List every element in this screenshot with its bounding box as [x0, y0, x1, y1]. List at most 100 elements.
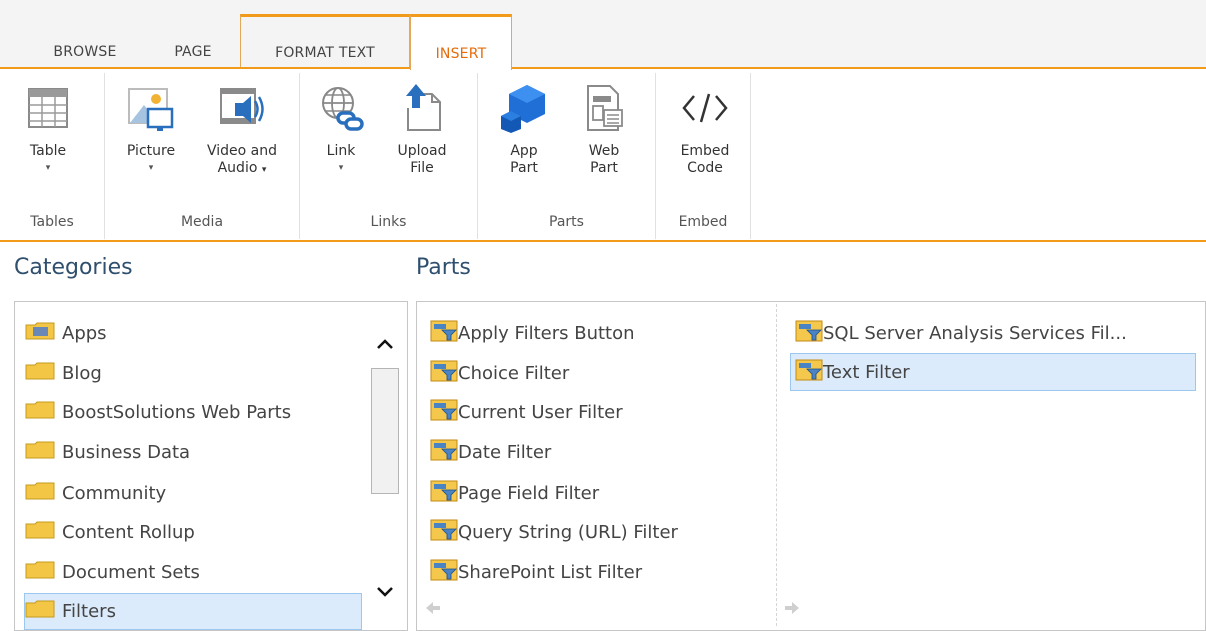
tab-format-text[interactable]: FORMAT TEXT	[240, 14, 410, 68]
app-part-label-2: Part	[510, 160, 538, 176]
filter-web-part-icon	[430, 480, 458, 507]
web-part-button[interactable]: Web Part	[574, 73, 634, 177]
categories-heading: Categories	[14, 255, 133, 280]
upload-label-2: File	[410, 160, 434, 176]
tab-insert[interactable]: INSERT	[410, 14, 512, 70]
filter-web-part-icon	[795, 359, 823, 386]
folder-icon	[25, 600, 55, 623]
upload-label-1: Upload	[397, 143, 447, 159]
previous-page-arrow-icon[interactable]	[424, 600, 442, 621]
video-audio-icon	[192, 73, 292, 143]
part-label: SharePoint List Filter	[458, 561, 643, 583]
embed-label-2: Code	[687, 160, 723, 176]
app-part-label-1: App	[510, 143, 538, 159]
group-label-tables: Tables	[30, 214, 74, 230]
next-page-arrow-icon[interactable]	[783, 600, 801, 621]
folder-icon	[25, 561, 55, 584]
category-item-filters[interactable]: Filters	[24, 593, 362, 630]
category-item-community[interactable]: Community	[25, 477, 361, 509]
table-label: Table	[29, 143, 67, 159]
filter-web-part-icon	[430, 320, 458, 347]
part-label: Current User Filter	[458, 401, 623, 423]
part-label: Query String (URL) Filter	[458, 521, 678, 543]
tab-page[interactable]: PAGE	[148, 36, 238, 68]
group-label-media: Media	[180, 214, 224, 230]
picture-icon	[116, 73, 186, 143]
category-label: Business Data	[62, 441, 191, 463]
web-part-label-2: Part	[590, 160, 618, 176]
part-item-sql-server-analysis-services-filter[interactable]: SQL Server Analysis Services Fil...	[795, 317, 1197, 349]
category-label: Blog	[62, 362, 102, 384]
link-dropdown-icon: ▾	[338, 163, 344, 173]
video-dropdown-icon: ▾	[261, 165, 267, 175]
part-item-page-field-filter[interactable]: Page Field Filter	[430, 477, 770, 509]
ribbon: Table ▾ Tables Picture ▾ Video and Audio…	[0, 69, 1206, 241]
part-label: Text Filter	[823, 361, 910, 383]
picture-button[interactable]: Picture ▾	[116, 73, 186, 174]
ribbon-bottom-border	[0, 240, 1206, 242]
table-icon	[18, 73, 78, 143]
folder-icon	[25, 362, 55, 385]
picture-label: Picture	[126, 143, 176, 159]
group-label-links: Links	[370, 214, 407, 230]
parts-heading: Parts	[416, 255, 471, 280]
folder-icon	[25, 322, 55, 345]
category-item-apps[interactable]: Apps	[25, 317, 361, 349]
video-and-audio-label-2: Audio	[217, 160, 258, 176]
group-label-parts: Parts	[549, 214, 584, 230]
upload-file-button[interactable]: Upload File	[392, 73, 452, 177]
part-item-apply-filters-button[interactable]: Apply Filters Button	[430, 317, 770, 349]
picture-dropdown-icon: ▾	[148, 163, 154, 173]
category-label: Document Sets	[62, 561, 200, 583]
part-label: Date Filter	[458, 441, 552, 463]
embed-code-icon	[670, 73, 740, 143]
part-label: Choice Filter	[458, 362, 570, 384]
parts-column-divider	[776, 304, 777, 626]
category-label: BoostSolutions Web Parts	[62, 401, 292, 423]
table-dropdown-icon: ▾	[45, 163, 51, 173]
category-item-blog[interactable]: Blog	[25, 357, 361, 389]
part-label: SQL Server Analysis Services Fil...	[823, 322, 1127, 344]
link-button[interactable]: Link ▾	[316, 73, 366, 174]
tab-browse[interactable]: BROWSE	[30, 36, 140, 68]
part-item-date-filter[interactable]: Date Filter	[430, 436, 770, 468]
filter-web-part-icon	[430, 399, 458, 426]
folder-icon	[25, 482, 55, 505]
link-label: Link	[326, 143, 356, 159]
category-item-content-rollup[interactable]: Content Rollup	[25, 516, 361, 548]
upload-icon	[392, 73, 452, 143]
categories-scrollbar[interactable]	[368, 310, 402, 625]
category-item-business-data[interactable]: Business Data	[25, 436, 361, 468]
video-and-audio-label-1: Video and	[206, 143, 277, 159]
filter-web-part-icon	[430, 439, 458, 466]
group-label-embed: Embed	[678, 214, 728, 230]
app-part-icon	[494, 73, 554, 143]
group-separator	[750, 73, 751, 239]
web-part-label-1: Web	[588, 143, 620, 159]
app-part-button[interactable]: App Part	[494, 73, 554, 177]
part-item-current-user-filter[interactable]: Current User Filter	[430, 396, 770, 428]
embed-label-1: Embed	[680, 143, 730, 159]
chevron-up-icon[interactable]	[368, 332, 402, 356]
chevron-down-icon[interactable]	[368, 580, 402, 604]
part-item-sharepoint-list-filter[interactable]: SharePoint List Filter	[430, 556, 770, 588]
scrollbar-thumb[interactable]	[371, 368, 399, 494]
part-item-text-filter[interactable]: Text Filter	[790, 353, 1196, 391]
category-item-boostsolutions[interactable]: BoostSolutions Web Parts	[25, 396, 361, 428]
table-button[interactable]: Table ▾	[18, 73, 78, 174]
folder-icon	[25, 521, 55, 544]
folder-icon	[25, 401, 55, 424]
category-label: Content Rollup	[62, 521, 195, 543]
filter-web-part-icon	[795, 320, 823, 347]
embed-code-button[interactable]: Embed Code	[670, 73, 740, 177]
part-label: Page Field Filter	[458, 482, 600, 504]
video-and-audio-button[interactable]: Video and Audio ▾	[192, 73, 292, 179]
part-item-choice-filter[interactable]: Choice Filter	[430, 357, 770, 389]
category-label: Community	[62, 482, 167, 504]
part-item-query-string-filter[interactable]: Query String (URL) Filter	[430, 516, 770, 548]
category-label: Filters	[62, 601, 116, 622]
web-part-icon	[574, 73, 634, 143]
category-label: Apps	[62, 322, 107, 344]
filter-web-part-icon	[430, 559, 458, 586]
category-item-document-sets[interactable]: Document Sets	[25, 556, 361, 588]
